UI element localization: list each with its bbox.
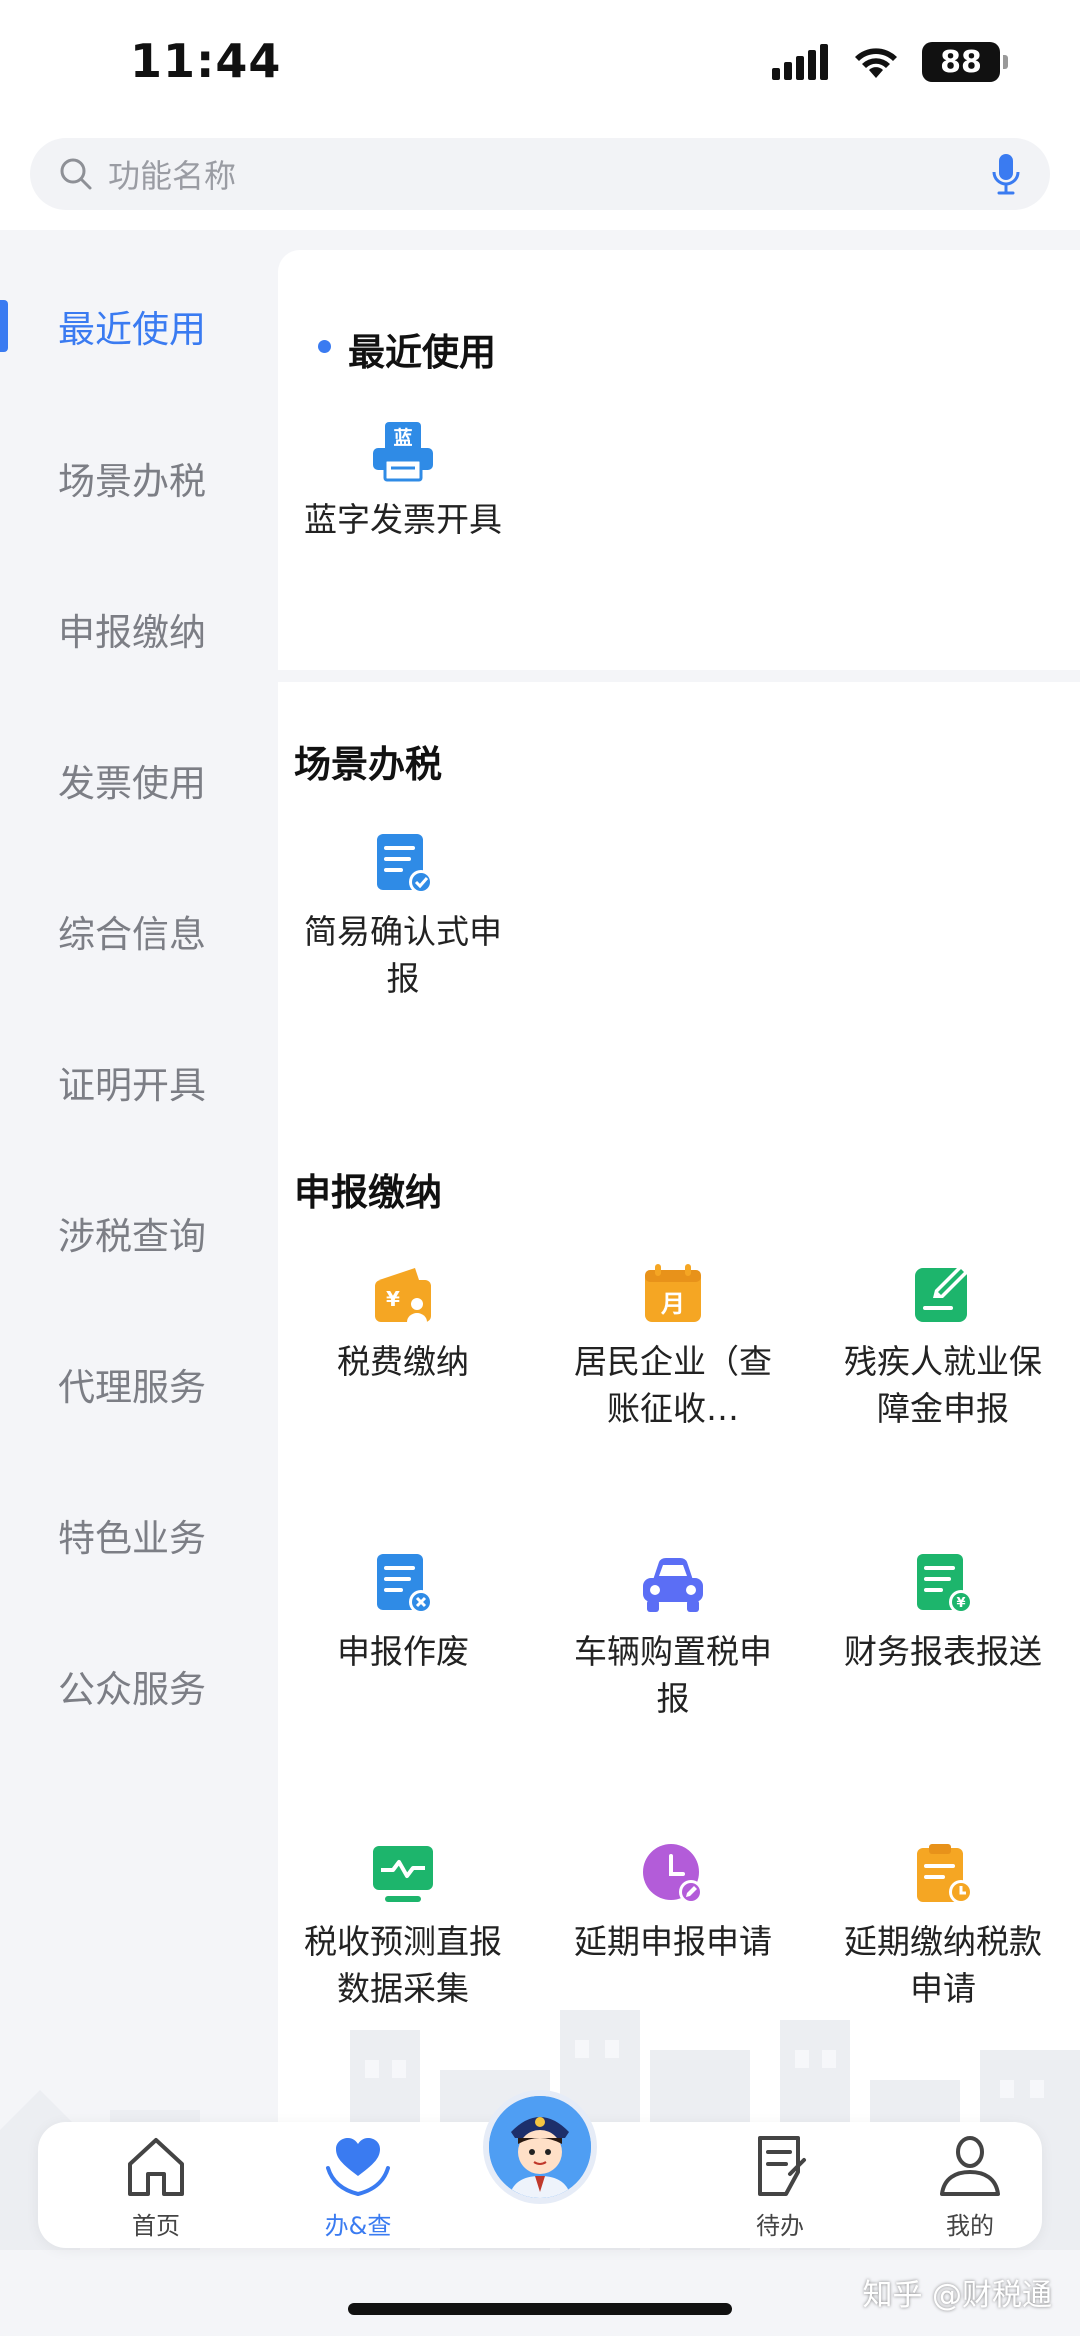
signal-icon [772,44,828,80]
sidebar-item-declare-pay[interactable]: 申报缴纳 [0,589,278,669]
calendar-badge-text: 月 [660,1290,685,1318]
search-input[interactable]: 功能名称 [30,138,1050,210]
tab-home[interactable]: 首页 [86,2132,226,2241]
section-title-recent: 最近使用 [348,331,496,374]
clock-edit-icon [643,1844,703,1904]
tile-label: 税费缴纳 [337,1342,469,1381]
tile-label: 延期申报申请 [574,1922,772,1961]
search-bar-container: 功能名称 [0,130,1080,230]
sidebar-item-special[interactable]: 特色业务 [0,1495,278,1575]
tile-vehicle-purchase-tax[interactable]: 车辆购置税申报 [548,1552,798,1722]
home-indicator[interactable] [348,2303,732,2315]
officer-avatar-icon[interactable] [483,2090,597,2204]
sidebar-item-recent[interactable]: 最近使用 [0,286,278,366]
sidebar-item-info[interactable]: 综合信息 [0,891,278,971]
tab-label: 待办 [756,2212,804,2240]
battery-icon: 88 [922,42,1008,82]
tile-blue-invoice[interactable]: 蓝 蓝字发票开具 [278,420,528,543]
tab-todo[interactable]: 待办 [710,2132,850,2241]
sidebar-item-public[interactable]: 公众服务 [0,1646,278,1726]
document-yen-icon: ¥ [917,1554,973,1614]
section-title-declare: 申报缴纳 [294,1171,442,1214]
sidebar-item-scene-tax[interactable]: 场景办税 [0,438,278,518]
clipboard-clock-icon [917,1844,973,1904]
tile-financial-statement[interactable]: ¥ 财务报表报送 [818,1552,1068,1675]
tile-label: 财务报表报送 [844,1632,1042,1671]
search-placeholder: 功能名称 [108,157,237,195]
tile-label: 申报作废 [337,1632,469,1671]
tab-label: 首页 [132,2212,180,2240]
sidebar-item-certificate[interactable]: 证明开具 [0,1042,278,1122]
wallet-yen-icon: ¥ [375,1268,431,1322]
user-icon [940,2136,1000,2196]
status-bar: 11:44 88 [0,0,1080,130]
blue-invoice-printer-icon: 蓝 [373,422,433,482]
invoice-badge-text: 蓝 [393,426,412,449]
tile-label: 蓝字发票开具 [304,500,502,539]
tile-label: 简易确认式申报 [304,912,502,998]
tab-label: 办&查 [324,2212,392,2240]
recent-section: 最近使用 蓝 蓝字发票开具 [278,250,1080,670]
todo-document-icon [758,2136,806,2196]
tab-handle-query[interactable]: 办&查 [288,2132,428,2241]
content-panel: 最近使用 蓝 蓝字发票开具 场景办税 简易确认式申报 申报缴纳 ¥ 税费缴纳 月… [278,230,1080,2122]
tile-resident-enterprise[interactable]: 月 居民企业（查账征收… [548,1262,798,1432]
tile-simple-confirm-declare[interactable]: 简易确认式申报 [278,832,528,1002]
sidebar-item-invoice[interactable]: 发票使用 [0,740,278,820]
main-sections: 场景办税 简易确认式申报 申报缴纳 ¥ 税费缴纳 月 居民企业（查账征收… 残疾… [278,682,1080,2122]
battery-level: 88 [940,44,982,80]
tile-tax-payment[interactable]: ¥ 税费缴纳 [278,1262,528,1385]
tile-label: 居民企业（查账征收… [574,1342,772,1428]
tile-tax-forecast[interactable]: 税收预测直报数据采集 [278,1842,528,2012]
calendar-month-icon: 月 [645,1264,701,1322]
microphone-icon[interactable] [990,152,1022,196]
search-icon [60,158,92,190]
car-icon [643,1558,703,1612]
tile-declare-void[interactable]: 申报作废 [278,1552,528,1675]
tile-label: 残疾人就业保障金申报 [844,1342,1042,1428]
sidebar-item-query[interactable]: 涉税查询 [0,1193,278,1273]
heart-hands-icon [326,2138,390,2197]
tile-deferred-declare[interactable]: 延期申报申请 [548,1842,798,1965]
tile-label: 车辆购置税申报 [574,1632,772,1718]
home-icon [128,2138,184,2196]
tile-deferred-payment[interactable]: 延期缴纳税款申请 [818,1842,1068,2012]
section-dot [318,340,331,353]
status-time: 11:44 [130,34,282,88]
document-cancel-icon [377,1554,433,1614]
svg-text:¥: ¥ [956,1596,965,1611]
section-title-scene: 场景办税 [294,743,442,786]
svg-text:¥: ¥ [386,1287,400,1311]
tab-mine[interactable]: 我的 [900,2132,1040,2241]
document-check-icon [377,834,433,894]
monitor-chart-icon [373,1846,433,1902]
sidebar-item-agency[interactable]: 代理服务 [0,1344,278,1424]
status-icons: 88 [772,42,1008,82]
watermark: 知乎 @财税通 [862,2278,1052,2313]
tab-label: 我的 [946,2212,994,2240]
category-sidebar: 最近使用 场景办税 申报缴纳 发票使用 综合信息 证明开具 涉税查询 代理服务 … [0,230,278,2120]
wifi-icon [855,48,897,78]
tile-disability-fund[interactable]: 残疾人就业保障金申报 [818,1262,1068,1432]
document-edit-icon [915,1264,969,1322]
